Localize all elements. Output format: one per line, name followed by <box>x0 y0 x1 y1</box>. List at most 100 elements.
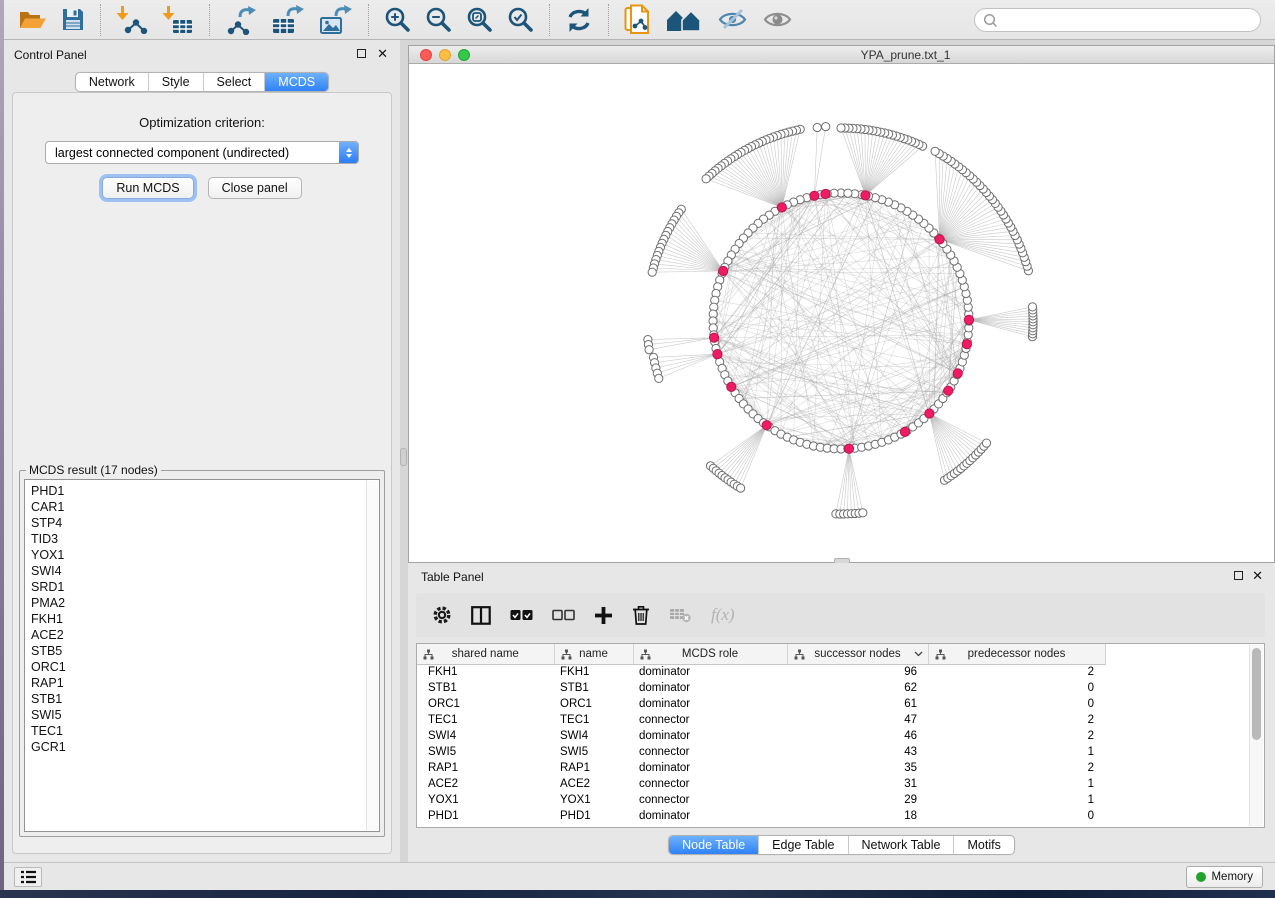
mcds-result-item[interactable]: TID3 <box>31 531 379 547</box>
cell-name[interactable]: SWI5 <box>554 744 633 760</box>
cell-name[interactable]: RAP1 <box>554 760 633 776</box>
mcds-result-item[interactable]: CAR1 <box>31 499 379 515</box>
column-header-predecessor-nodes[interactable]: predecessor nodes <box>928 644 1105 664</box>
show-networks-button[interactable] <box>658 2 710 38</box>
cell-predecessor-nodes[interactable]: 2 <box>928 664 1105 680</box>
mcds-result-item[interactable]: PMA2 <box>31 595 379 611</box>
mcds-result-item[interactable]: PHD1 <box>31 483 379 499</box>
cell-successor-nodes[interactable]: 35 <box>787 760 928 776</box>
cell-predecessor-nodes[interactable]: 0 <box>928 808 1105 824</box>
cell-predecessor-nodes[interactable]: 0 <box>928 696 1105 712</box>
zoom-in-button[interactable] <box>377 2 418 38</box>
column-header-mcds-role[interactable]: MCDS role <box>633 644 787 664</box>
deselect-all-button[interactable] <box>552 609 575 621</box>
table-row[interactable]: ACE2ACE2connector311 <box>417 776 1105 792</box>
tab-select[interactable]: Select <box>203 73 265 91</box>
cell-shared-name[interactable]: YOX1 <box>417 792 554 808</box>
cell-shared-name[interactable]: SWI4 <box>417 728 554 744</box>
mcds-result-item[interactable]: ORC1 <box>31 659 379 675</box>
cell-mcds-role[interactable]: dominator <box>633 728 787 744</box>
tab-network-table[interactable]: Network Table <box>848 836 954 854</box>
cell-mcds-role[interactable]: connector <box>633 776 787 792</box>
show-columns-button[interactable] <box>471 606 491 625</box>
import-network-button[interactable] <box>109 2 155 38</box>
tab-mcds[interactable]: MCDS <box>264 73 328 91</box>
add-row-button[interactable] <box>594 606 613 625</box>
column-header-successor-nodes[interactable]: successor nodes <box>787 644 928 664</box>
tab-style[interactable]: Style <box>148 73 203 91</box>
mcds-result-item[interactable]: RAP1 <box>31 675 379 691</box>
show-hidden-button[interactable] <box>755 2 800 38</box>
hide-selected-button[interactable] <box>710 2 755 38</box>
results-scrollbar[interactable] <box>366 481 378 830</box>
table-row[interactable]: PHD1PHD1dominator180 <box>417 808 1105 824</box>
network-from-document-button[interactable] <box>617 2 658 38</box>
cell-successor-nodes[interactable]: 96 <box>787 664 928 680</box>
cell-shared-name[interactable]: SWI5 <box>417 744 554 760</box>
cell-shared-name[interactable]: PHD1 <box>417 808 554 824</box>
table-row[interactable]: STB1STB1dominator620 <box>417 680 1105 696</box>
mcds-result-item[interactable]: SWI5 <box>31 707 379 723</box>
table-row[interactable]: RAP1RAP1dominator352 <box>417 760 1105 776</box>
close-panel-icon[interactable]: ✕ <box>377 46 388 62</box>
cell-name[interactable]: YOX1 <box>554 792 633 808</box>
tab-edge-table[interactable]: Edge Table <box>758 836 847 854</box>
cell-shared-name[interactable]: ACE2 <box>417 776 554 792</box>
mcds-result-item[interactable]: GCR1 <box>31 739 379 755</box>
task-history-button[interactable] <box>14 867 42 887</box>
delete-rows-button[interactable] <box>632 605 650 625</box>
export-network-button[interactable] <box>218 2 264 38</box>
tab-motifs[interactable]: Motifs <box>953 836 1013 854</box>
close-panel-button[interactable]: Close panel <box>208 177 302 199</box>
cell-predecessor-nodes[interactable]: 1 <box>928 744 1105 760</box>
table-settings-button[interactable] <box>432 605 452 625</box>
cell-name[interactable]: TEC1 <box>554 712 633 728</box>
network-canvas[interactable] <box>409 64 1274 562</box>
mcds-result-item[interactable]: SWI4 <box>31 563 379 579</box>
cell-mcds-role[interactable]: dominator <box>633 664 787 680</box>
search-input[interactable] <box>1002 11 1260 29</box>
cell-mcds-role[interactable]: dominator <box>633 760 787 776</box>
cell-mcds-role[interactable]: connector <box>633 712 787 728</box>
memory-button[interactable]: Memory <box>1186 866 1263 888</box>
import-table-button[interactable] <box>155 2 201 38</box>
cell-name[interactable]: SWI4 <box>554 728 633 744</box>
table-row[interactable]: SWI5SWI5connector431 <box>417 744 1105 760</box>
cell-successor-nodes[interactable]: 46 <box>787 728 928 744</box>
panel-splitter[interactable] <box>400 40 408 862</box>
cell-shared-name[interactable]: ORC1 <box>417 696 554 712</box>
table-scrollbar-thumb[interactable] <box>1252 648 1261 740</box>
cell-successor-nodes[interactable]: 62 <box>787 680 928 696</box>
network-window-titlebar[interactable]: YPA_prune.txt_1 <box>409 46 1274 64</box>
table-row[interactable]: ORC1ORC1dominator610 <box>417 696 1105 712</box>
splitter-handle[interactable] <box>400 448 407 466</box>
function-builder-button[interactable]: f(x) <box>711 605 735 625</box>
float-panel-icon[interactable] <box>357 49 366 58</box>
table-row[interactable]: FKH1FKH1dominator962 <box>417 664 1105 680</box>
open-file-button[interactable] <box>10 2 54 38</box>
delete-table-button[interactable] <box>669 607 692 623</box>
cell-successor-nodes[interactable]: 29 <box>787 792 928 808</box>
mcds-result-item[interactable]: ACE2 <box>31 627 379 643</box>
tab-node-table[interactable]: Node Table <box>669 836 758 854</box>
tab-network[interactable]: Network <box>76 73 148 91</box>
cell-name[interactable]: STB1 <box>554 680 633 696</box>
cell-name[interactable]: ACE2 <box>554 776 633 792</box>
cell-mcds-role[interactable]: connector <box>633 792 787 808</box>
cell-shared-name[interactable]: TEC1 <box>417 712 554 728</box>
cell-successor-nodes[interactable]: 43 <box>787 744 928 760</box>
cell-predecessor-nodes[interactable]: 1 <box>928 792 1105 808</box>
cell-successor-nodes[interactable]: 18 <box>787 808 928 824</box>
cell-successor-nodes[interactable]: 47 <box>787 712 928 728</box>
mcds-result-item[interactable]: STB1 <box>31 691 379 707</box>
run-mcds-button[interactable]: Run MCDS <box>102 177 193 199</box>
mcds-result-item[interactable]: TEC1 <box>31 723 379 739</box>
refresh-button[interactable] <box>558 2 600 38</box>
cell-predecessor-nodes[interactable]: 1 <box>928 776 1105 792</box>
cell-mcds-role[interactable]: connector <box>633 744 787 760</box>
cell-predecessor-nodes[interactable]: 2 <box>928 712 1105 728</box>
table-scrollbar[interactable] <box>1249 645 1263 826</box>
mcds-result-item[interactable]: SRD1 <box>31 579 379 595</box>
search-box[interactable] <box>974 8 1261 32</box>
cell-successor-nodes[interactable]: 61 <box>787 696 928 712</box>
